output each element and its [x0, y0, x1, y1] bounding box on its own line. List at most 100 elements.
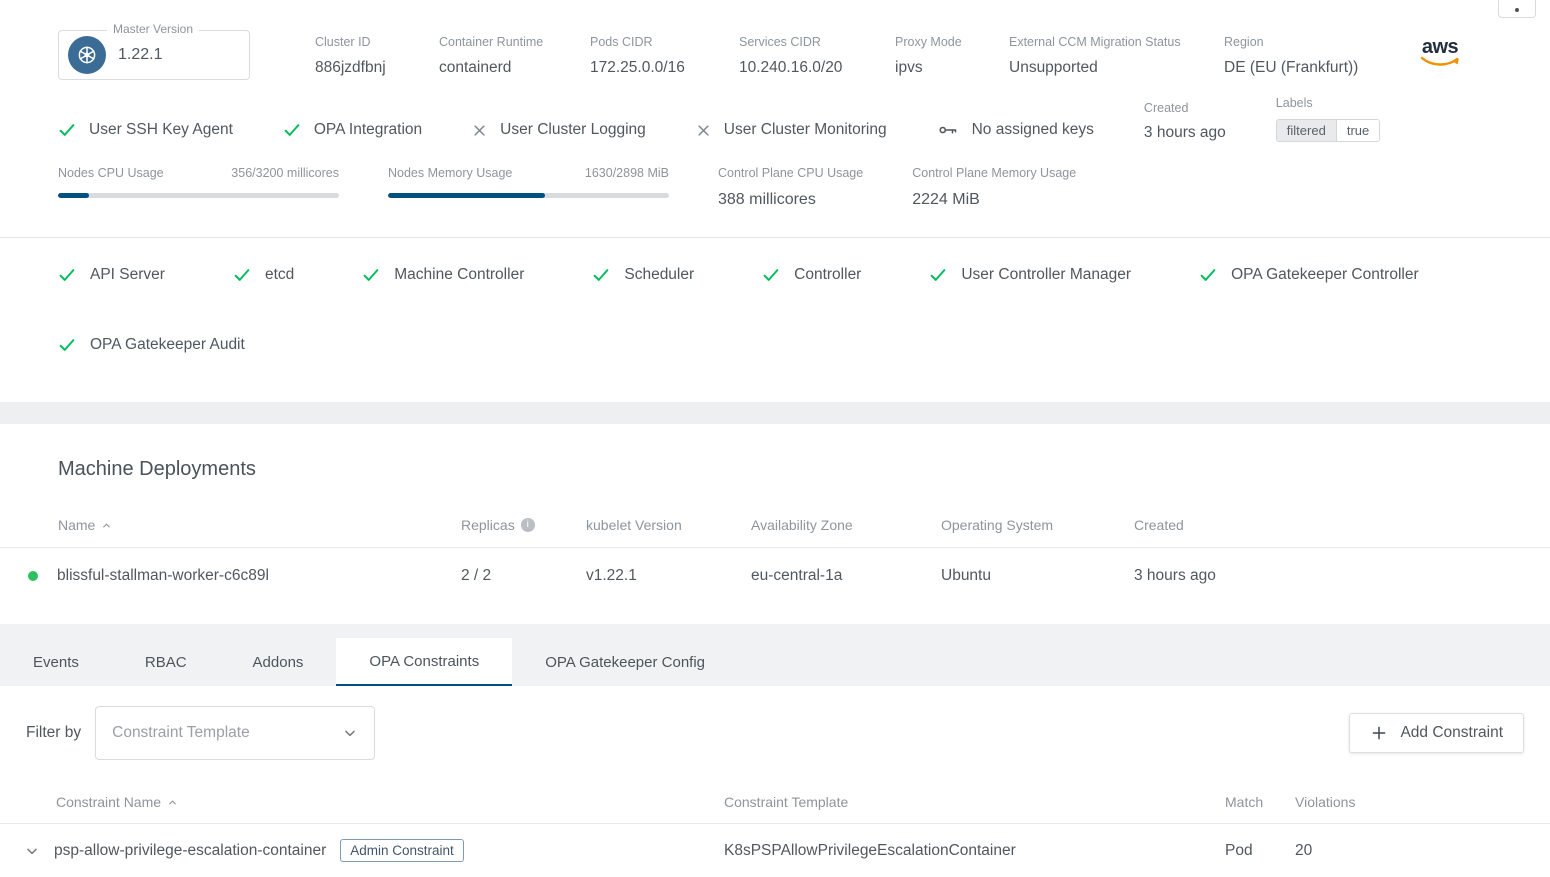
- control-plane-memory-usage: Control Plane Memory Usage 2224 MiB: [912, 166, 1076, 209]
- nodes-cpu-usage: Nodes CPU Usage 356/3200 millicores: [58, 166, 339, 209]
- add-constraint-button[interactable]: Add Constraint: [1349, 713, 1524, 753]
- health-opa-gatekeeper-audit: OPA Gatekeeper Audit: [58, 336, 245, 354]
- machine-deployments-title: Machine Deployments: [58, 458, 1550, 481]
- stat-label: Pods CIDR: [590, 35, 739, 49]
- column-header-created: Created: [1134, 517, 1184, 533]
- machine-deployments-card: Machine Deployments Name Replicas i kube…: [0, 458, 1550, 624]
- filter-by-label: Filter by: [26, 724, 81, 742]
- stat-value: containerd: [439, 59, 590, 77]
- sort-asc-icon: [101, 520, 112, 531]
- check-icon: [283, 121, 301, 139]
- column-header-name[interactable]: Name: [58, 517, 461, 533]
- feature-label: User SSH Key Agent: [89, 121, 233, 139]
- feature-label: No assigned keys: [972, 121, 1094, 139]
- dropdown-placeholder: Constraint Template: [112, 724, 250, 742]
- stat-value: 10.240.16.0/20: [739, 59, 895, 77]
- usage-value: 356/3200 millicores: [231, 166, 339, 180]
- health-label: etcd: [265, 266, 294, 284]
- plus-icon: [1370, 724, 1388, 742]
- usage-label: Nodes CPU Usage: [58, 166, 164, 180]
- machine-deployments-table-header: Name Replicas i kubelet Version Availabi…: [0, 517, 1550, 548]
- tab-opa-constraints[interactable]: OPA Constraints: [336, 638, 512, 686]
- usage-value: 388 millicores: [718, 191, 863, 209]
- column-header-constraint-template: Constraint Template: [724, 794, 1225, 810]
- tab-opa-gatekeeper-config[interactable]: OPA Gatekeeper Config: [512, 638, 738, 686]
- stat-value: Unsupported: [1009, 59, 1224, 77]
- feature-user-cluster-monitoring: User Cluster Monitoring: [696, 121, 887, 142]
- stat-value: ipvs: [895, 59, 1009, 77]
- label-badge-key: filtered: [1277, 120, 1336, 141]
- check-icon: [233, 266, 251, 284]
- control-plane-cpu-usage: Control Plane CPU Usage 388 millicores: [718, 166, 863, 209]
- check-icon: [592, 266, 610, 284]
- chevron-down-icon: [342, 725, 358, 741]
- health-label: User Controller Manager: [961, 266, 1131, 284]
- check-icon: [58, 336, 76, 354]
- md-operating-system: Ubuntu: [941, 567, 1134, 585]
- health-api-server: API Server: [58, 266, 165, 284]
- tab-bar: Events RBAC Addons OPA Constraints OPA G…: [0, 624, 1550, 686]
- usage-value: 1630/2898 MiB: [585, 166, 669, 180]
- section-divider-band: [0, 402, 1550, 424]
- feature-user-ssh-key-agent: User SSH Key Agent: [58, 121, 233, 142]
- check-icon: [58, 266, 76, 284]
- cluster-info-row: Master Version 1.22.1 Cluster ID 886jzdf…: [0, 0, 1550, 80]
- nodes-cpu-progressbar: [58, 193, 339, 198]
- md-availability-zone: eu-central-1a: [751, 567, 941, 585]
- md-replicas: 2 / 2: [461, 567, 586, 585]
- check-icon: [929, 266, 947, 284]
- stat-label: Container Runtime: [439, 35, 590, 49]
- health-label: Machine Controller: [394, 266, 524, 284]
- more-actions-button[interactable]: [1498, 0, 1536, 18]
- tab-addons[interactable]: Addons: [220, 638, 337, 686]
- stat-value: 172.25.0.0/16: [590, 59, 739, 77]
- column-header-kubelet-version: kubelet Version: [586, 517, 751, 533]
- key-icon: [937, 121, 959, 139]
- stat-region: Region DE (EU (Frankfurt)): [1224, 30, 1413, 77]
- feature-label: User Cluster Monitoring: [724, 121, 887, 139]
- md-created: 3 hours ago: [1134, 567, 1216, 585]
- health-machine-controller: Machine Controller: [362, 266, 524, 284]
- info-icon[interactable]: i: [521, 518, 535, 532]
- feature-label: OPA Integration: [314, 121, 422, 139]
- feature-opa-integration: OPA Integration: [283, 121, 422, 142]
- feature-user-cluster-logging: User Cluster Logging: [472, 121, 646, 142]
- stat-pods-cidr: Pods CIDR 172.25.0.0/16: [590, 30, 739, 77]
- md-kubelet-version: v1.22.1: [586, 567, 751, 585]
- column-header-availability-zone: Availability Zone: [751, 517, 941, 533]
- column-header-constraint-name[interactable]: Constraint Name: [56, 794, 724, 810]
- md-name: blissful-stallman-worker-c6c89l: [57, 567, 461, 585]
- machine-deployment-row[interactable]: blissful-stallman-worker-c6c89l 2 / 2 v1…: [0, 548, 1550, 606]
- cross-icon: [472, 123, 487, 138]
- aws-provider-logo: aws: [1419, 30, 1461, 68]
- usage-label: Nodes Memory Usage: [388, 166, 512, 180]
- labels-label: Labels: [1276, 96, 1380, 110]
- stat-proxy-mode: Proxy Mode ipvs: [895, 30, 1009, 77]
- created-field: Created 3 hours ago: [1144, 101, 1226, 142]
- stat-container-runtime: Container Runtime containerd: [439, 30, 590, 77]
- health-opa-gatekeeper-controller: OPA Gatekeeper Controller: [1199, 266, 1419, 284]
- sort-asc-icon: [167, 797, 178, 808]
- stat-services-cidr: Services CIDR 10.240.16.0/20: [739, 30, 895, 77]
- dots-icon: [1515, 8, 1519, 12]
- feature-label: User Cluster Logging: [500, 121, 646, 139]
- master-version-field: Master Version 1.22.1: [58, 30, 250, 80]
- constraints-filter-row: Filter by Constraint Template Add Constr…: [26, 706, 1524, 760]
- column-header-match: Match: [1225, 794, 1295, 810]
- tab-rbac[interactable]: RBAC: [112, 638, 220, 686]
- cross-icon: [696, 123, 711, 138]
- stat-value: DE (EU (Frankfurt)): [1224, 59, 1413, 77]
- opa-constraints-panel: Filter by Constraint Template Add Constr…: [0, 706, 1550, 877]
- usage-label: Control Plane Memory Usage: [912, 166, 1076, 180]
- health-scheduler: Scheduler: [592, 266, 694, 284]
- stat-value: 886jzdfbnj: [315, 59, 439, 77]
- label-badge-value: true: [1336, 120, 1379, 141]
- tab-events[interactable]: Events: [0, 638, 112, 686]
- nodes-memory-usage: Nodes Memory Usage 1630/2898 MiB: [388, 166, 669, 209]
- stat-ccm-migration-status: External CCM Migration Status Unsupporte…: [1009, 30, 1224, 77]
- status-healthy-icon: [28, 571, 38, 581]
- check-icon: [1199, 266, 1217, 284]
- control-plane-health-section: API Server etcd Machine Controller Sched…: [0, 238, 1550, 402]
- constraint-template-dropdown[interactable]: Constraint Template: [95, 706, 375, 760]
- master-version-value: 1.22.1: [118, 46, 162, 64]
